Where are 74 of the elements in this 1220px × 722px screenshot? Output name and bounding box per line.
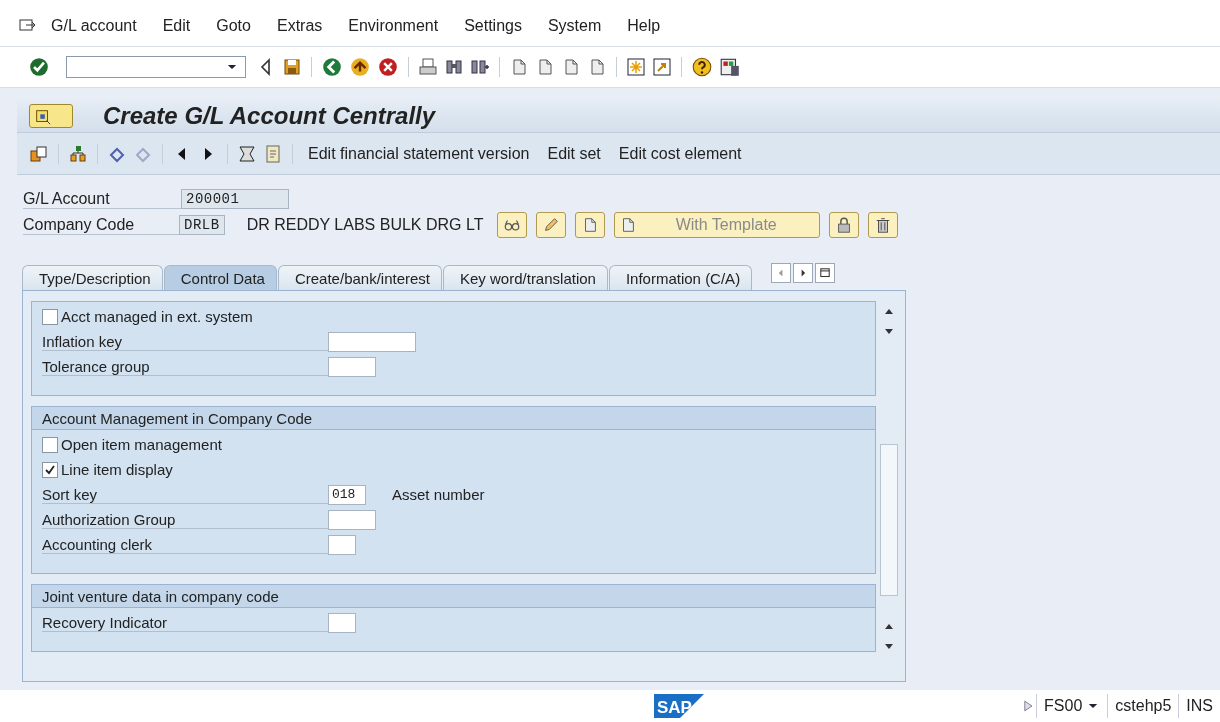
menu-item[interactable]: Goto — [216, 17, 251, 35]
group-title: Account Management in Company Code — [32, 407, 875, 430]
other-account-icon[interactable] — [29, 143, 49, 164]
create-button[interactable] — [575, 212, 606, 238]
scroll-right-button[interactable] — [793, 263, 814, 283]
hourglass-icon[interactable] — [237, 143, 257, 164]
input-field[interactable] — [328, 331, 416, 352]
company-name: DR REDDY LABS BULK DRG LT — [246, 216, 484, 234]
tab[interactable]: Information (C/A) — [608, 265, 753, 290]
field-description: Asset number — [392, 486, 485, 503]
checkbox-label: Open item management — [61, 436, 222, 453]
enter-icon[interactable] — [28, 56, 50, 78]
field-label: Recovery Indicator — [42, 613, 328, 632]
save-icon[interactable] — [282, 57, 302, 77]
menu-item[interactable]: Settings — [464, 17, 522, 35]
input-field[interactable] — [328, 612, 356, 633]
field-label: Authorization Group — [42, 510, 328, 529]
exit-icon[interactable] — [349, 56, 371, 78]
tab[interactable]: Type/Description — [22, 265, 163, 290]
binoculars-plus-icon[interactable] — [470, 57, 490, 77]
company-code-field[interactable]: DRLB — [179, 215, 225, 235]
input-field[interactable]: 018 — [328, 484, 366, 505]
checkbox-label: Line item display — [61, 461, 173, 478]
trash-icon — [874, 216, 892, 234]
checkbox-label: Acct managed in ext. system — [61, 308, 253, 325]
help-icon[interactable] — [691, 56, 713, 78]
checkbox[interactable] — [42, 308, 58, 325]
server-name: cstehp5 — [1107, 694, 1179, 718]
menu-item[interactable]: Environment — [348, 17, 439, 35]
screen-icon — [34, 107, 52, 126]
menu-item[interactable]: Edit — [162, 17, 191, 35]
menu-item[interactable]: G/L account — [51, 17, 137, 35]
edit-button[interactable] — [536, 212, 567, 238]
cancel-icon[interactable] — [377, 56, 399, 78]
input-mode: INS — [1178, 694, 1220, 718]
hierarchy-icon[interactable] — [68, 143, 88, 164]
group-title: Joint venture data in company code — [32, 585, 875, 608]
toolbar-button[interactable]: Edit cost element — [612, 144, 748, 163]
menu-item[interactable]: System — [547, 17, 602, 35]
back-icon[interactable] — [321, 56, 343, 78]
menu-item[interactable]: Extras — [276, 17, 323, 35]
delete-button[interactable] — [868, 212, 898, 238]
input-field[interactable] — [328, 509, 376, 530]
binoculars-icon[interactable] — [444, 57, 464, 77]
shortcut-icon[interactable] — [652, 57, 672, 77]
new-session-icon[interactable] — [626, 57, 646, 77]
checkbox[interactable] — [42, 461, 58, 478]
field-label: Accounting clerk — [42, 535, 328, 554]
lock-button[interactable] — [829, 212, 859, 238]
input-field[interactable] — [328, 356, 376, 377]
checkbox[interactable] — [42, 436, 58, 453]
screen-title: Create G/L Account Centrally — [103, 101, 436, 130]
pencil-icon — [542, 216, 561, 234]
field-label: Sort key — [42, 485, 328, 504]
layout-icon[interactable] — [719, 56, 741, 78]
transaction-code: FS00 — [1044, 697, 1083, 715]
toolbar-button[interactable]: Edit financial statement version — [302, 144, 536, 163]
tab[interactable]: Control Data — [163, 265, 277, 290]
command-field[interactable] — [66, 56, 246, 78]
toolbar-button[interactable]: Edit set — [541, 144, 607, 163]
tab[interactable]: Key word/translation — [443, 265, 608, 290]
display-button[interactable] — [497, 212, 528, 238]
account-field[interactable]: 200001 — [181, 189, 289, 209]
field-label: Tolerance group — [42, 357, 328, 376]
tab[interactable]: Create/bank/interest — [277, 265, 442, 290]
print-icon[interactable] — [418, 57, 438, 77]
tab-list-icon — [818, 266, 833, 280]
lock-icon — [835, 216, 853, 234]
field-label: Inflation key — [42, 332, 328, 351]
menu-item[interactable]: Help — [627, 17, 661, 35]
input-field[interactable] — [328, 534, 356, 555]
sap-logo: SAP — [654, 694, 704, 718]
tab-list-button[interactable] — [815, 263, 836, 283]
screen-menu-button[interactable] — [29, 103, 73, 128]
